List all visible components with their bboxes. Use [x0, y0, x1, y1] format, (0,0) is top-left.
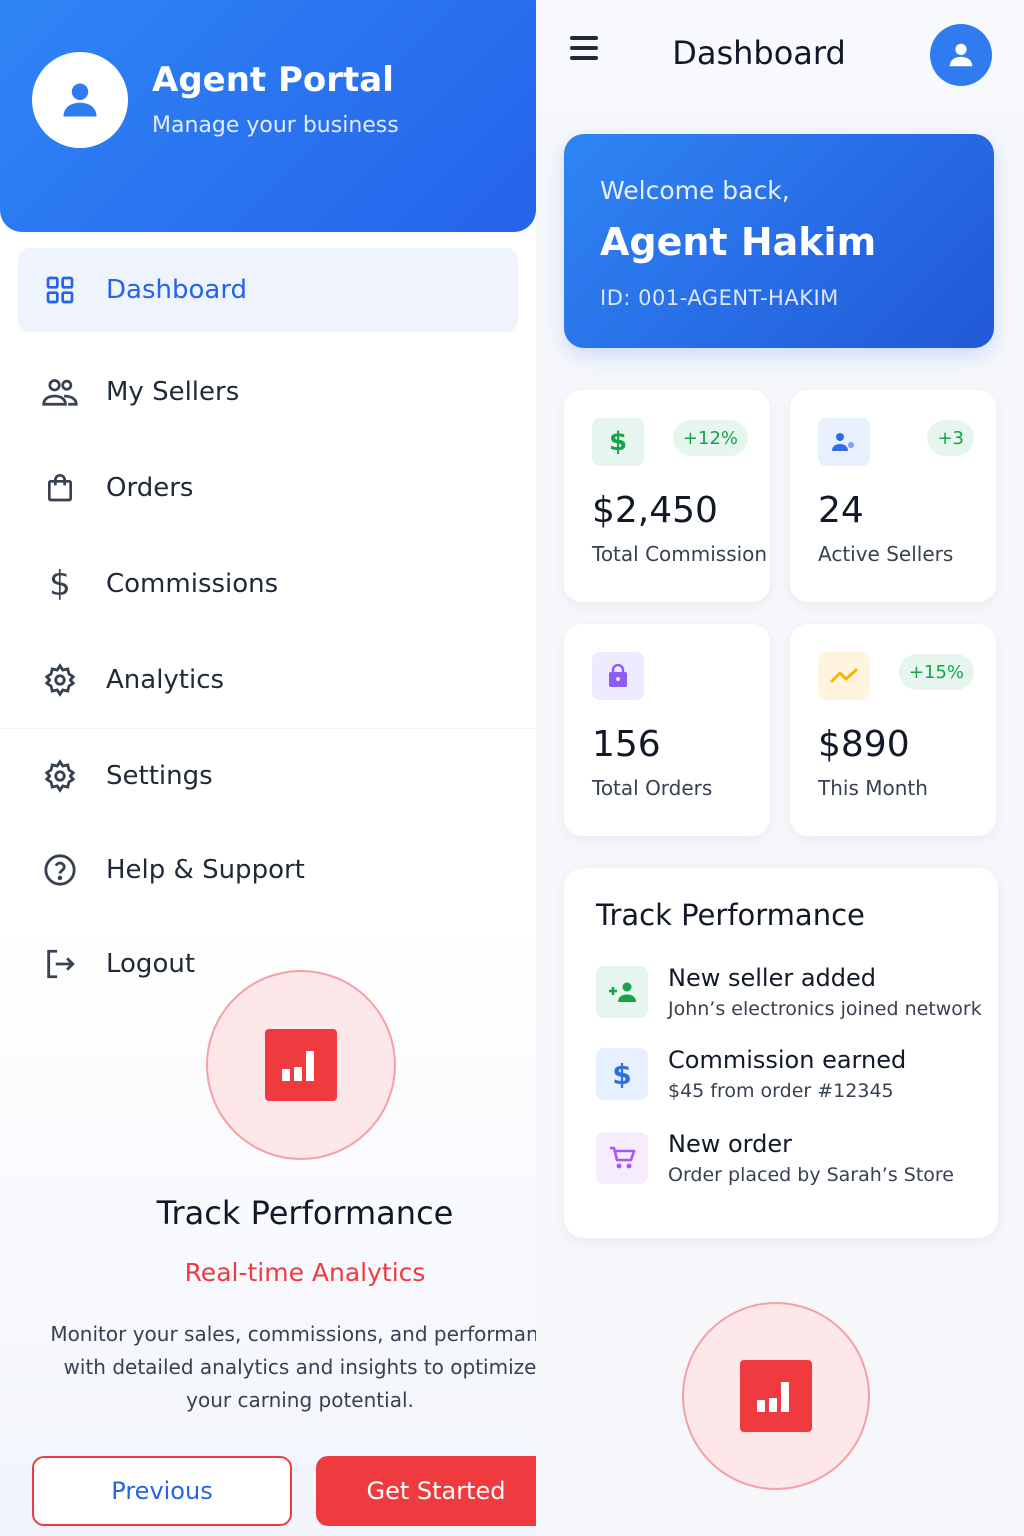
description-line: Monitor your sales, commissions, and per… — [50, 1322, 536, 1346]
users-icon — [40, 372, 80, 412]
activity-item-subtitle: John’s electronics joined network — [668, 998, 982, 1020]
sidebar-item-label: Settings — [106, 761, 213, 791]
activity-title: Track Performance — [596, 898, 865, 932]
previous-button[interactable]: Previous — [32, 1456, 292, 1526]
dollar-icon: $ — [592, 418, 644, 466]
sidebar-item-label: Help & Support — [106, 855, 305, 885]
activity-item[interactable]: New seller added John’s electronics join… — [596, 964, 996, 1028]
stat-badge: +12% — [672, 420, 748, 456]
sidebar-item-help[interactable]: Help & Support — [0, 823, 536, 917]
sidebar-item-analytics[interactable]: Analytics — [0, 632, 536, 728]
stat-badge: +15% — [898, 654, 974, 690]
stat-card-total-commission[interactable]: $ +12% $2,450 Total Commission — [564, 390, 770, 602]
stat-card-this-month[interactable]: +15% $890 This Month — [790, 624, 996, 836]
description-line: with detailed analytics and insights to … — [63, 1355, 536, 1379]
user-add-icon — [818, 418, 870, 466]
activity-item[interactable]: New order Order placed by Sarah’s Store — [596, 1130, 996, 1194]
sidebar-item-my-sellers[interactable]: My Sellers — [0, 344, 536, 440]
stat-card-active-sellers[interactable]: +3 24 Active Sellers — [790, 390, 996, 602]
portal-title: Agent Portal — [152, 60, 394, 100]
top-app-bar: Dashboard — [536, 0, 1024, 110]
get-started-button[interactable]: Get Started — [316, 1456, 536, 1526]
welcome-greeting: Welcome back, — [600, 176, 790, 205]
help-circle-icon — [40, 850, 80, 890]
stat-value: 156 — [592, 724, 661, 765]
sidebar-item-orders[interactable]: Orders — [0, 440, 536, 536]
dollar-icon: $ — [49, 564, 71, 604]
performance-illustration — [682, 1302, 870, 1490]
stat-value: $2,450 — [592, 490, 718, 531]
user-plus-icon — [596, 966, 648, 1018]
stat-label: Active Sellers — [818, 542, 954, 566]
trend-icon — [818, 652, 870, 700]
sidebar-item-label: My Sellers — [106, 377, 240, 407]
onboarding-illustration — [206, 970, 396, 1160]
sidebar-item-settings[interactable]: Settings — [0, 729, 536, 823]
onboarding-title: Track Performance — [156, 1194, 454, 1232]
cart-icon — [596, 1132, 648, 1184]
portal-subtitle: Manage your business — [152, 113, 399, 138]
bar-chart-icon — [740, 1360, 812, 1432]
stat-card-total-orders[interactable]: 156 Total Orders — [564, 624, 770, 836]
description-line: your carning potential. — [186, 1388, 414, 1412]
profile-button[interactable] — [930, 24, 992, 86]
sidebar-item-label: Dashboard — [106, 275, 248, 305]
shopping-bag-icon — [40, 468, 80, 508]
onboarding-description: Monitor your sales, commissions, and per… — [30, 1318, 536, 1417]
nav-menu: Dashboard My Sellers Orders $ Commission… — [0, 248, 536, 1011]
avatar[interactable] — [32, 52, 128, 148]
logout-icon — [40, 944, 80, 984]
navigation-drawer: Agent Portal Manage your business Dashbo… — [0, 0, 536, 1536]
gear-icon — [40, 756, 80, 796]
activity-item[interactable]: $ Commission earned $45 from order #1234… — [596, 1046, 996, 1110]
drawer-header: Agent Portal Manage your business — [0, 0, 536, 232]
user-icon — [63, 83, 97, 117]
user-icon — [949, 43, 973, 67]
sidebar-item-label: Commissions — [106, 569, 279, 599]
agent-name: Agent Hakim — [600, 220, 877, 264]
welcome-card: Welcome back, Agent Hakim ID: 001-AGENT-… — [564, 134, 994, 348]
dashboard-screen: Dashboard Welcome back, Agent Hakim ID: … — [536, 0, 1024, 1536]
activity-item-subtitle: Order placed by Sarah’s Store — [668, 1164, 954, 1186]
stat-badge: +3 — [927, 420, 974, 456]
grid-icon — [40, 270, 80, 310]
stat-label: Total Orders — [592, 776, 713, 800]
agent-id: ID: 001-AGENT-HAKIM — [600, 286, 839, 310]
gear-icon — [40, 660, 80, 700]
sidebar-item-label: Orders — [106, 473, 194, 503]
activity-card: Track Performance New seller added John’… — [564, 868, 998, 1238]
sidebar-item-label: Analytics — [106, 665, 225, 695]
stat-value: $890 — [818, 724, 910, 765]
activity-item-title: New order — [668, 1130, 792, 1158]
stat-label: Total Commission — [592, 542, 768, 566]
stat-value: 24 — [818, 490, 864, 531]
activity-item-subtitle: $45 from order #12345 — [668, 1080, 894, 1102]
dollar-icon: $ — [596, 1048, 648, 1100]
sidebar-item-commissions[interactable]: $ Commissions — [0, 536, 536, 632]
bar-chart-icon — [265, 1029, 337, 1101]
activity-item-title: Commission earned — [668, 1046, 907, 1074]
activity-item-title: New seller added — [668, 964, 877, 992]
stat-label: This Month — [818, 776, 928, 800]
onboarding-subtitle: Real-time Analytics — [184, 1258, 426, 1287]
sidebar-item-dashboard[interactable]: Dashboard — [18, 248, 518, 332]
page-title: Dashboard — [672, 34, 846, 72]
sidebar-item-label: Logout — [106, 949, 196, 979]
lock-bag-icon — [592, 652, 644, 700]
